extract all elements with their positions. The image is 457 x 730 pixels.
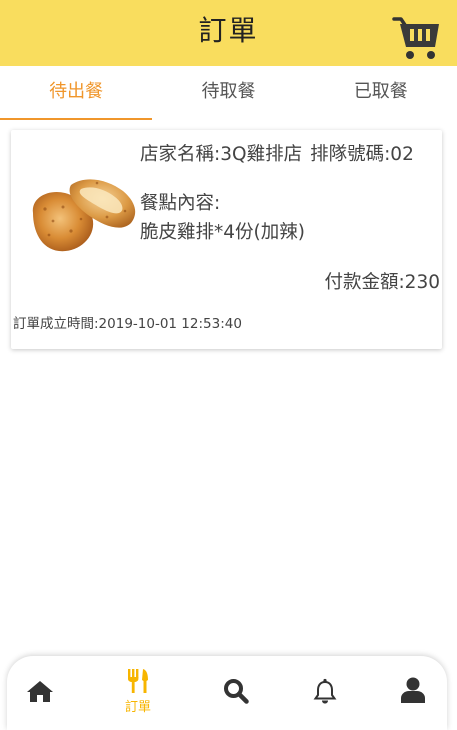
- tab-pending-pickup[interactable]: 待取餐: [152, 66, 304, 122]
- nav-orders[interactable]: 訂單: [108, 656, 168, 730]
- bottom-nav: 訂單: [7, 656, 447, 730]
- meal-label: 餐點內容:: [140, 193, 221, 214]
- queue-number: 排隊號碼:02: [310, 144, 414, 165]
- user-icon: [401, 677, 425, 703]
- bell-icon: [313, 678, 337, 704]
- page-title: 訂單: [198, 14, 259, 47]
- store-info: 店家名稱:3Q雞排店 排隊號碼:02: [140, 140, 414, 166]
- tab-picked-up[interactable]: 已取餐: [305, 66, 457, 122]
- home-icon: [27, 681, 53, 702]
- nav-profile[interactable]: [383, 656, 443, 730]
- store-name: 店家名稱:3Q雞排店: [140, 144, 303, 165]
- fried-chicken-image: [27, 173, 141, 261]
- fork-knife-icon: [128, 669, 148, 693]
- meal-content: 脆皮雞排*4份(加辣): [140, 222, 305, 243]
- order-status-tabs: 待出餐 待取餐 已取餐: [0, 66, 457, 122]
- nav-orders-label: 訂單: [124, 700, 151, 715]
- nav-notifications[interactable]: [295, 656, 355, 730]
- nav-search[interactable]: [206, 656, 266, 730]
- search-icon: [224, 679, 249, 704]
- shopping-cart-icon[interactable]: [392, 14, 442, 62]
- nav-home[interactable]: [10, 656, 70, 730]
- order-created-time: 訂單成立時間:2019-10-01 12:53:40: [13, 316, 242, 332]
- app-header: 訂單: [0, 0, 457, 66]
- order-card[interactable]: 店家名稱:3Q雞排店 排隊號碼:02 餐點內容: 脆皮雞排*4份(加辣) 付款金額…: [11, 130, 442, 349]
- app-screen: 訂單 待出餐 待取餐 已取餐 店家名稱:3Q雞排店 排隊號碼:02 餐點內容: …: [0, 0, 457, 730]
- tab-pending-cooking[interactable]: 待出餐: [0, 66, 153, 122]
- payment-amount: 付款金額:230: [324, 272, 440, 293]
